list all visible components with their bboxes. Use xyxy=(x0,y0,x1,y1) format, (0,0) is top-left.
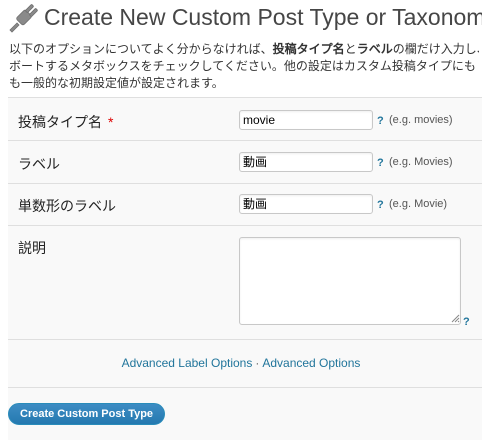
singular-label-help-icon[interactable]: ? xyxy=(377,199,384,211)
post-type-name-hint: (e.g. movies) xyxy=(389,114,453,126)
label-field-label: ラベル xyxy=(18,156,60,172)
row-divider xyxy=(8,339,482,340)
singular-label-input[interactable] xyxy=(239,194,373,214)
description-textarea[interactable] xyxy=(239,237,461,325)
advanced-options-link[interactable]: Advanced Options xyxy=(262,356,360,370)
singular-label-field-label: 単数形のラベル xyxy=(18,198,116,214)
create-custom-post-type-button[interactable]: Create Custom Post Type xyxy=(8,403,166,425)
post-type-name-label: 投稿タイプ名 * xyxy=(18,114,114,130)
intro-line-1: 以下のオプションについてよく分からなければ、投稿タイプ名とラベルの欄だけ入力し、 xyxy=(9,42,479,56)
row-divider xyxy=(8,97,482,98)
plugin-icon xyxy=(9,4,38,33)
link-separator: · xyxy=(255,356,260,370)
advanced-label-options-link[interactable]: Advanced Label Options xyxy=(122,356,253,370)
page-title: Create New Custom Post Type or Taxonomy xyxy=(44,4,482,30)
description-field-label: 説明 xyxy=(18,240,46,256)
intro-text: 以下のオプションについてよく分からなければ、投稿タイプ名とラベルの欄だけ入力し、… xyxy=(9,41,479,92)
page-header: Create New Custom Post Type or Taxonomy xyxy=(0,0,482,38)
row-divider xyxy=(8,183,482,184)
resize-handle-icon[interactable] xyxy=(451,314,460,323)
post-type-name-input[interactable] xyxy=(239,110,373,130)
label-input[interactable] xyxy=(239,152,373,172)
required-marker: * xyxy=(108,114,114,130)
label-help-icon[interactable]: ? xyxy=(377,157,384,169)
intro-line-3: も一般的な初期設定値が設定されます。 xyxy=(9,76,224,90)
row-divider xyxy=(8,140,482,141)
row-divider xyxy=(8,225,482,226)
post-type-name-help-icon[interactable]: ? xyxy=(377,115,384,127)
label-hint: (e.g. Movies) xyxy=(389,156,453,168)
description-help-icon[interactable]: ? xyxy=(463,316,470,328)
row-divider xyxy=(8,387,482,388)
intro-line-2: ボートするメタボックスをチェックしてください。他の設定はカスタム投稿タイプにも xyxy=(9,59,476,73)
singular-label-hint: (e.g. Movie) xyxy=(389,198,448,210)
advanced-links: Advanced Label Options · Advanced Options xyxy=(0,356,482,370)
